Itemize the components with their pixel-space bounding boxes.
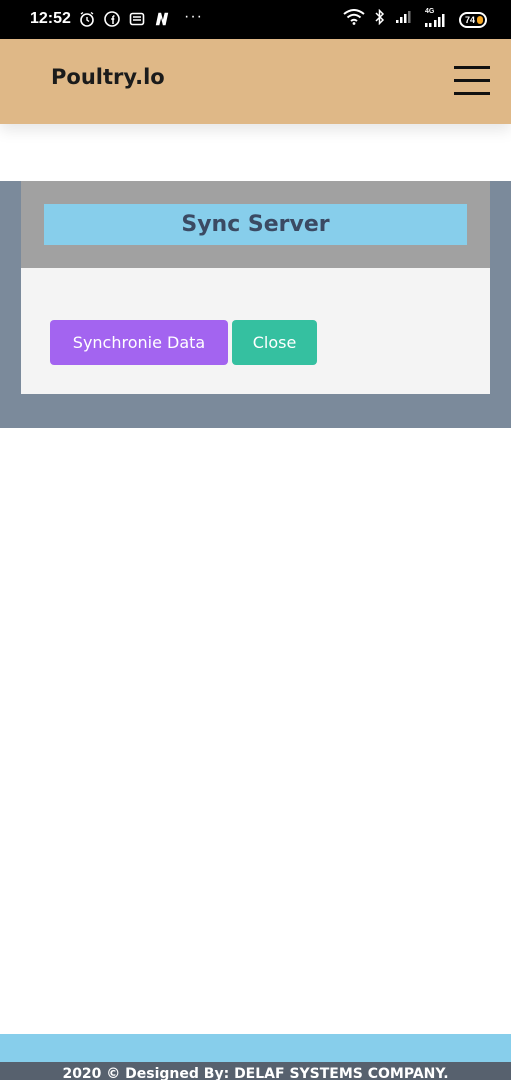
status-bar: 12:52 ··· 4G 74	[0, 0, 511, 39]
modal-header: Sync Server	[21, 181, 490, 268]
app-header: Poultry.lo	[0, 39, 511, 124]
status-left-icons	[79, 11, 170, 27]
news-icon	[129, 11, 145, 27]
status-time: 12:52	[30, 10, 71, 27]
footer-copyright: 2020 © Designed By: DELAF SYSTEMS COMPAN…	[62, 1066, 449, 1080]
signal-icon	[395, 10, 413, 29]
signal-4g-icon: 4G	[423, 8, 449, 28]
footer: 2020 © Designed By: DELAF SYSTEMS COMPAN…	[0, 1062, 511, 1080]
modal-title: Sync Server	[44, 204, 467, 245]
alarm-icon	[79, 11, 95, 27]
modal-body: Synchronie Data Close	[21, 268, 490, 394]
brand-logo-text[interactable]: Poultry.lo	[51, 65, 165, 89]
close-button[interactable]: Close	[232, 320, 317, 365]
bluetooth-icon	[375, 8, 385, 30]
n-app-icon	[154, 11, 170, 27]
battery-level: 74	[464, 14, 475, 25]
battery-icon: 74	[459, 11, 487, 28]
wifi-icon	[343, 9, 365, 30]
facebook-icon	[104, 11, 120, 27]
synchronize-data-button[interactable]: Synchronie Data	[50, 320, 228, 365]
sync-server-modal: Sync Server Synchronie Data Close	[21, 181, 490, 394]
hamburger-menu-icon[interactable]	[454, 66, 490, 96]
status-right-icons: 4G 74	[343, 8, 487, 30]
more-notifications-icon: ···	[184, 8, 203, 25]
modal-overlay: Sync Server Synchronie Data Close	[0, 181, 511, 428]
footer-strip	[0, 1034, 511, 1062]
